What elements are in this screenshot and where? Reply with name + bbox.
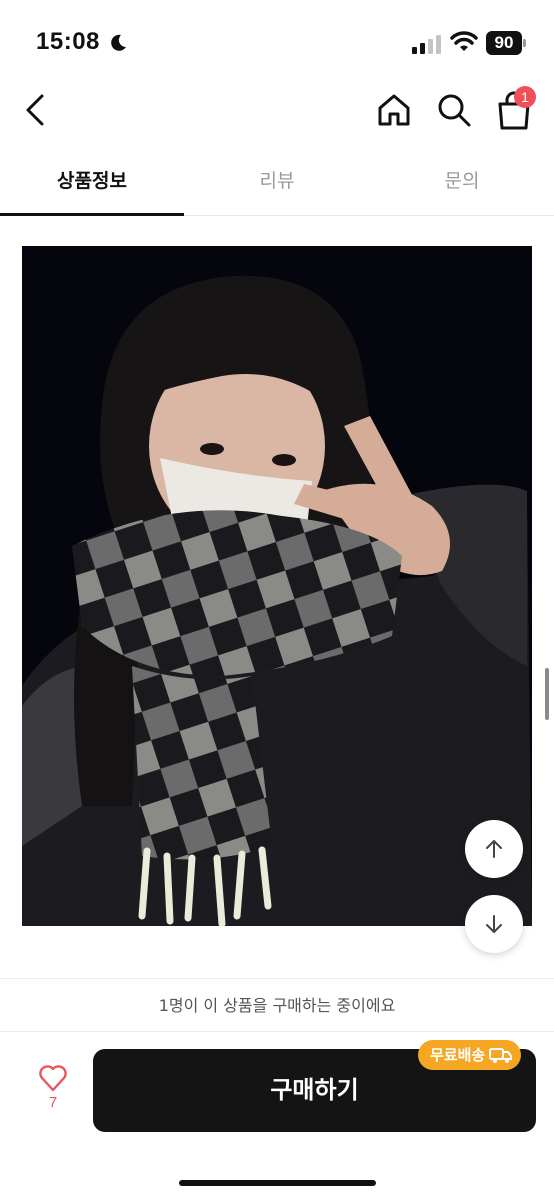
status-time: 15:08 — [36, 28, 100, 55]
free-shipping-label: 무료배송 — [430, 1046, 486, 1064]
scroll-down-button[interactable] — [465, 895, 523, 953]
cart-count-badge: 1 — [514, 86, 536, 108]
product-tabs: 상품정보 리뷰 문의 — [0, 150, 554, 216]
product-image — [22, 246, 532, 926]
cart-button[interactable]: 1 — [492, 86, 536, 132]
scroll-up-button[interactable] — [465, 820, 523, 878]
moon-icon — [111, 34, 126, 51]
cellular-signal-icon — [412, 35, 441, 54]
tab-inquiry[interactable]: 문의 — [370, 150, 554, 216]
active-tab-indicator — [0, 213, 184, 216]
chevron-left-icon — [26, 94, 44, 126]
home-button[interactable] — [374, 90, 414, 130]
heart-icon — [39, 1065, 67, 1092]
arrow-up-icon — [486, 840, 502, 858]
top-nav: 1 — [0, 80, 554, 140]
buying-now-banner: 1명이 이 상품을 구매하는 중이에요 — [0, 978, 554, 1032]
home-icon — [378, 94, 410, 126]
tab-product-info[interactable]: 상품정보 — [0, 150, 184, 216]
search-icon — [438, 94, 471, 127]
battery-level: 90 — [486, 31, 522, 55]
back-button[interactable] — [20, 90, 54, 130]
tab-reviews[interactable]: 리뷰 — [185, 150, 369, 216]
search-button[interactable] — [434, 90, 474, 130]
home-indicator — [179, 1180, 376, 1186]
wifi-icon — [450, 31, 478, 51]
like-count: 7 — [48, 1094, 58, 1111]
truck-icon — [489, 1048, 513, 1063]
status-bar: 15:08 90 — [0, 0, 554, 80]
like-button[interactable]: 7 — [30, 1064, 76, 1124]
free-shipping-badge: 무료배송 — [418, 1040, 522, 1070]
scrollbar-thumb[interactable] — [545, 668, 549, 720]
battery-tip — [523, 39, 526, 47]
product-photo — [22, 246, 532, 926]
arrow-down-icon — [486, 915, 502, 933]
battery-indicator: 90 — [486, 31, 528, 55]
